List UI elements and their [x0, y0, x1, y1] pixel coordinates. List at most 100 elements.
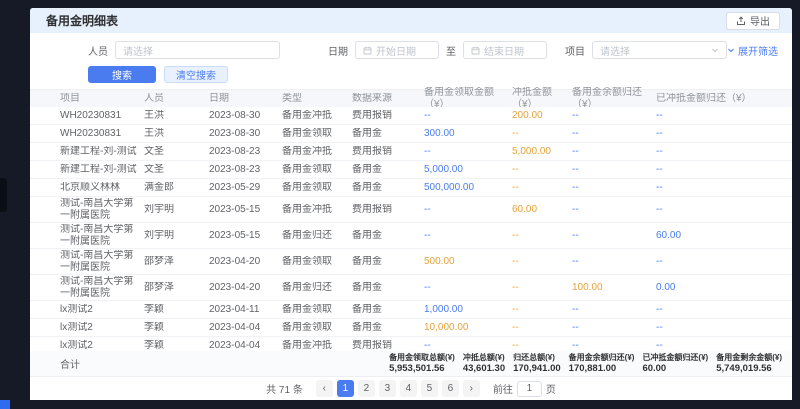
amount-cell: --: [512, 164, 572, 176]
table-cell: WH20230831: [60, 110, 144, 122]
column-header: 数据来源: [352, 93, 424, 105]
person-select[interactable]: 请选择: [115, 41, 280, 59]
table-cell: 备用金冲抵: [282, 340, 352, 352]
amount-cell: --: [656, 164, 756, 176]
table-cell: 刘宇明: [144, 230, 209, 242]
amount-cell: --: [572, 164, 656, 176]
summary-item-value: 5,953,501.56: [389, 363, 455, 374]
table-body: WH20230831王洪2023-08-30备用金冲抵费用报销--200.00-…: [30, 107, 792, 351]
table-cell: 测试-南昌大学第一附属医院: [60, 250, 144, 274]
project-select[interactable]: 请选择: [592, 41, 727, 59]
amount-cell: --: [572, 340, 656, 352]
summary-item-value: 170,941.00: [513, 363, 561, 374]
drawer-handle[interactable]: [0, 178, 7, 212]
column-header: 类型: [282, 93, 352, 105]
table-cell: 备用金领取: [282, 322, 352, 334]
summary-item: 备用金余额归还(¥)170,881.00: [569, 353, 635, 374]
table-cell: 测试-南昌大学第一附属医院: [60, 276, 144, 300]
chevron-down-icon: [711, 46, 719, 54]
table-cell: 备用金: [352, 282, 424, 294]
summary-item: 归还总额(¥)170,941.00: [513, 353, 561, 374]
table-cell: 满金郎: [144, 182, 209, 194]
summary-item-label: 备用金余额归还(¥): [569, 353, 635, 363]
table-cell: 备用金冲抵: [282, 204, 352, 216]
column-header: 已冲抵金额归还（¥）: [656, 93, 756, 105]
next-page-button[interactable]: ›: [463, 380, 480, 397]
table-row: lx测试2李颖2023-04-11备用金领取备用金1,000.00------: [30, 301, 792, 319]
amount-cell: 0.00: [656, 282, 756, 294]
amount-cell: 60.00: [512, 204, 572, 216]
table-cell: lx测试2: [60, 304, 144, 316]
amount-cell: --: [424, 110, 512, 122]
expand-filter-link[interactable]: 展开筛选: [727, 43, 778, 58]
summary-item-value: 43,601.30: [463, 363, 505, 374]
amount-cell: 500,000.00: [424, 182, 512, 194]
page-button-6[interactable]: 6: [442, 380, 459, 397]
summary-item-value: 60.00: [642, 363, 708, 374]
amount-cell: 60.00: [656, 230, 756, 242]
table-row: 测试-南昌大学第一附属医院邵梦泽2023-04-20备用金领取备用金500.00…: [30, 249, 792, 275]
export-button[interactable]: 导出: [726, 12, 780, 30]
column-header: 日期: [209, 93, 282, 105]
page-button-4[interactable]: 4: [400, 380, 417, 397]
page-button-2[interactable]: 2: [358, 380, 375, 397]
amount-cell: --: [656, 256, 756, 268]
page-button-1[interactable]: 1: [337, 380, 354, 397]
page-jumper-input[interactable]: [517, 381, 542, 397]
person-filter-label: 人员: [88, 43, 108, 58]
amount-cell: --: [512, 282, 572, 294]
amount-cell: --: [656, 304, 756, 316]
page-header: 备用金明细表 导出: [30, 8, 792, 33]
table-cell: 刘宇明: [144, 204, 209, 216]
table-cell: 2023-08-30: [209, 128, 282, 140]
table-cell: 备用金冲抵: [282, 110, 352, 122]
clear-search-button[interactable]: 清空搜索: [164, 66, 228, 83]
table-row: 测试-南昌大学第一附属医院刘宇明2023-05-15备用金冲抵费用报销--60.…: [30, 197, 792, 223]
table-cell: 备用金领取: [282, 256, 352, 268]
table-cell: 2023-05-15: [209, 230, 282, 242]
summary-item: 备用金剩余金额(¥)5,749,019.56: [716, 353, 782, 374]
amount-cell: --: [424, 340, 512, 352]
project-filter-label: 项目: [565, 43, 585, 58]
column-header: 人员: [144, 93, 209, 105]
summary-label: 合计: [60, 356, 80, 371]
table-cell: 费用报销: [352, 340, 424, 352]
amount-cell: --: [512, 322, 572, 334]
amount-cell: --: [572, 182, 656, 194]
summary-item: 备用金领取总额(¥)5,953,501.56: [389, 353, 455, 374]
search-button[interactable]: 搜索: [88, 66, 156, 83]
petty-cash-report-window: 备用金明细表 导出 人员 请选择 日期 开始日期 至: [30, 8, 792, 400]
date-end-input[interactable]: 结束日期: [463, 41, 547, 59]
page-title: 备用金明细表: [46, 12, 118, 29]
table-cell: 2023-05-29: [209, 182, 282, 194]
amount-cell: --: [572, 322, 656, 334]
summary-item-label: 冲抵总额(¥): [463, 353, 505, 363]
table-cell: 新建工程-刘-测试: [60, 164, 144, 176]
filter-bar: 人员 请选择 日期 开始日期 至 结束日期 项目 请选择: [30, 33, 792, 59]
person-select-placeholder: 请选择: [123, 43, 153, 58]
page-button-3[interactable]: 3: [379, 380, 396, 397]
calendar-icon: [363, 46, 372, 55]
table-row: WH20230831王洪2023-08-30备用金冲抵费用报销--200.00-…: [30, 107, 792, 125]
table-cell: 费用报销: [352, 146, 424, 158]
table-cell: 2023-04-04: [209, 322, 282, 334]
amount-cell: --: [656, 322, 756, 334]
summary-item: 已冲抵金额归还(¥)60.00: [642, 353, 708, 374]
summary-items: 备用金领取总额(¥)5,953,501.56 冲抵总额(¥)43,601.30 归还…: [389, 353, 782, 374]
amount-cell: --: [512, 182, 572, 194]
summary-item-value: 170,881.00: [569, 363, 635, 374]
amount-cell: --: [512, 304, 572, 316]
date-start-input[interactable]: 开始日期: [355, 41, 439, 59]
table-cell: 备用金归还: [282, 282, 352, 294]
table-cell: 2023-05-15: [209, 204, 282, 216]
amount-cell: --: [512, 230, 572, 242]
filter-actions: 搜索 清空搜索: [30, 59, 792, 89]
amount-cell: 5,000.00: [424, 164, 512, 176]
prev-page-button[interactable]: ‹: [316, 380, 333, 397]
summary-item-label: 已冲抵金额归还(¥): [642, 353, 708, 363]
page-button-5[interactable]: 5: [421, 380, 438, 397]
table-cell: 王洪: [144, 128, 209, 140]
table-row: 测试-南昌大学第一附属医院刘宇明2023-05-15备用金归还备用金------…: [30, 223, 792, 249]
table-row: lx测试2李颖2023-04-04备用金领取备用金10,000.00------: [30, 319, 792, 337]
amount-cell: --: [572, 304, 656, 316]
